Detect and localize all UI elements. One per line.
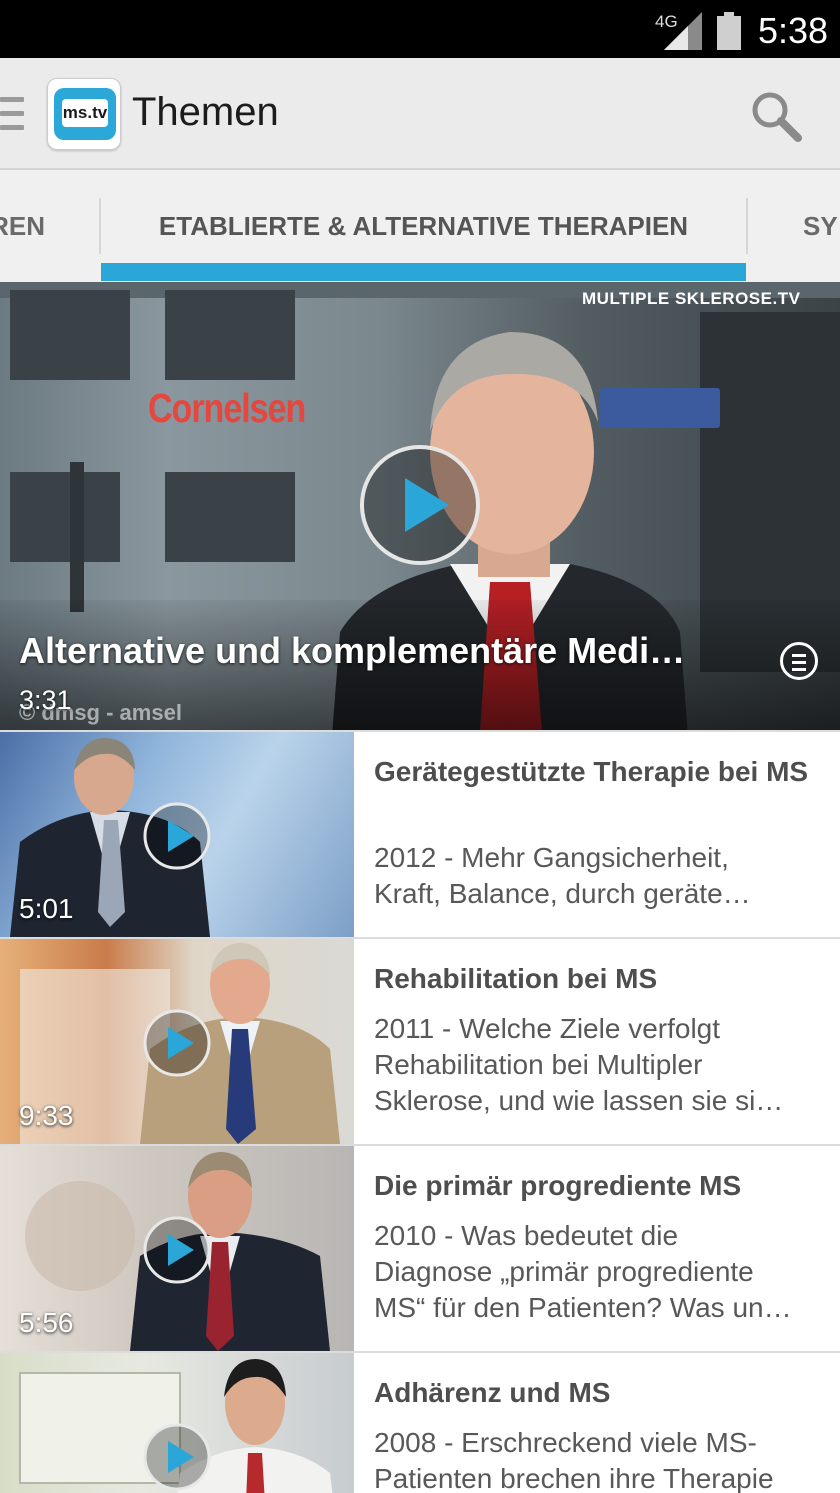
video-description: 2012 - Mehr Gangsicherheit, Kraft, Balan… <box>374 842 751 909</box>
video-title[interactable]: Die primär progrediente MS <box>374 1168 814 1204</box>
video-description: 2010 - Was bedeutet die Diagnose „primär… <box>374 1220 792 1323</box>
video-duration: 5:56 <box>19 1307 74 1338</box>
signal-icon <box>664 12 702 50</box>
video-title[interactable]: Rehabilitation bei MS <box>374 961 814 997</box>
status-bar: 4G 5:38 <box>0 0 840 58</box>
play-icon[interactable] <box>359 444 481 566</box>
battery-icon <box>717 12 741 50</box>
list-item[interactable]: 5:56 Die primär progrediente MS 2010 - W… <box>0 1144 840 1351</box>
tab-strip: REN ETABLIERTE & ALTERNATIVE THERAPIEN S… <box>0 170 840 282</box>
video-thumbnail[interactable] <box>0 1353 354 1493</box>
logo-text: ms.tv <box>62 99 108 127</box>
drawer-icon[interactable] <box>0 97 24 131</box>
tab-indicator <box>101 263 746 281</box>
video-description: 2008 - Erschreckend viele MS- Patienten … <box>374 1427 774 1493</box>
video-list: 5:01 Gerätegestützte Therapie bei MS 201… <box>0 730 840 1493</box>
tab-previous[interactable]: REN <box>0 170 100 282</box>
page-title: Themen <box>132 90 279 134</box>
list-item[interactable]: Adhärenz und MS 2008 - Erschreckend viel… <box>0 1351 840 1493</box>
list-item[interactable]: 5:01 Gerätegestützte Therapie bei MS 201… <box>0 730 840 937</box>
play-icon[interactable] <box>142 801 212 871</box>
action-bar: ms.tv Themen <box>0 58 840 170</box>
video-watermark: MULTIPLE SKLEROSE.TV <box>582 289 801 308</box>
background-sign: Cornelsen <box>148 386 306 432</box>
video-duration: 5:01 <box>19 893 74 924</box>
video-thumbnail[interactable]: 5:01 <box>0 732 354 937</box>
video-title[interactable]: Gerätegestützte Therapie bei MS <box>374 754 814 790</box>
video-thumbnail[interactable]: 9:33 <box>0 939 354 1144</box>
clock: 5:38 <box>758 10 829 51</box>
app-logo[interactable]: ms.tv <box>47 78 121 150</box>
video-duration: 9:33 <box>19 1100 74 1131</box>
play-icon[interactable] <box>142 1008 212 1078</box>
play-icon[interactable] <box>142 1422 212 1492</box>
list-item[interactable]: 9:33 Rehabilitation bei MS 2011 - Welche… <box>0 937 840 1144</box>
featured-video[interactable]: Cornelsen MULTIPLE SKLEROSE.TV Alternati… <box>0 282 840 730</box>
video-description: 2011 - Welche Ziele verfolgt Rehabilitat… <box>374 1013 784 1116</box>
menu-icon[interactable] <box>780 642 818 680</box>
video-thumbnail[interactable]: 5:56 <box>0 1146 354 1351</box>
search-icon[interactable] <box>748 88 804 144</box>
tab-next[interactable]: SY <box>747 170 840 282</box>
video-title[interactable]: Adhärenz und MS <box>374 1375 814 1411</box>
featured-video-duration: 3:31 <box>19 685 72 715</box>
featured-video-title[interactable]: Alternative und komplementäre Medi… <box>19 630 759 672</box>
play-icon[interactable] <box>142 1215 212 1285</box>
